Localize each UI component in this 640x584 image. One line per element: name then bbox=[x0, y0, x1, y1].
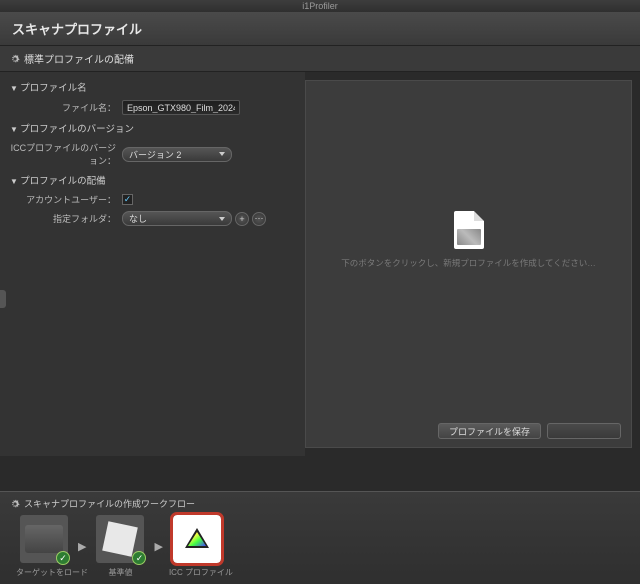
section-deployment[interactable]: プロファイルの配備 bbox=[10, 173, 295, 187]
window-titlebar: i1Profiler bbox=[0, 0, 640, 12]
workflow-step-load-target[interactable]: ✓ ターゲットをロード bbox=[16, 515, 72, 578]
account-user-checkbox[interactable]: ✓ bbox=[122, 194, 133, 205]
section-profile-name[interactable]: プロファイル名 bbox=[10, 80, 295, 94]
step-label: 基準値 bbox=[92, 567, 148, 578]
preview-pane: 下のボタンをクリックし、新規プロファイルを作成してください… プロファイルを保存 bbox=[305, 80, 632, 448]
workflow-step-reference[interactable]: ✓ 基準値 bbox=[92, 515, 148, 578]
browse-folder-button[interactable]: ⋯ bbox=[252, 212, 266, 226]
folder-select[interactable]: なし bbox=[122, 211, 232, 226]
prism-icon bbox=[182, 524, 212, 554]
filename-input[interactable] bbox=[122, 100, 240, 115]
subheader: 標準プロファイルの配備 bbox=[0, 46, 640, 72]
check-icon: ✓ bbox=[56, 551, 70, 565]
profile-document-icon bbox=[454, 211, 484, 249]
icc-version-label: ICCプロファイルのバージョン： bbox=[10, 141, 122, 167]
step-label: ターゲットをロード bbox=[16, 567, 72, 578]
settings-panel: プロファイル名 ファイル名： プロファイルのバージョン ICCプロファイルのバー… bbox=[0, 72, 305, 456]
account-user-label: アカウントユーザー： bbox=[10, 193, 122, 206]
chevron-right-icon: ▶ bbox=[78, 540, 86, 553]
resize-handle[interactable] bbox=[0, 290, 6, 308]
page-title: スキャナプロファイル bbox=[0, 12, 640, 46]
gear-icon bbox=[10, 54, 20, 64]
step-label: ICC プロファイル bbox=[169, 567, 225, 578]
subheader-label: 標準プロファイルの配備 bbox=[24, 51, 134, 66]
workflow-title: スキャナプロファイルの作成ワークフロー bbox=[24, 497, 195, 510]
gear-icon bbox=[10, 499, 20, 509]
preview-hint: 下のボタンをクリックし、新規プロファイルを作成してください… bbox=[306, 257, 631, 269]
check-icon: ✓ bbox=[132, 551, 146, 565]
icc-version-select[interactable]: バージョン 2 bbox=[122, 147, 232, 162]
add-folder-button[interactable]: + bbox=[235, 212, 249, 226]
workflow-strip: スキャナプロファイルの作成ワークフロー ✓ ターゲットをロード ▶ ✓ 基準値 … bbox=[0, 491, 640, 584]
folder-label: 指定フォルダ： bbox=[10, 212, 122, 225]
secondary-button bbox=[547, 423, 621, 439]
chevron-right-icon: ▶ bbox=[154, 540, 162, 553]
workflow-step-icc-profile[interactable]: ICC プロファイル bbox=[169, 515, 225, 578]
section-profile-version[interactable]: プロファイルのバージョン bbox=[10, 121, 295, 135]
save-profile-button[interactable]: プロファイルを保存 bbox=[438, 423, 541, 439]
filename-label: ファイル名： bbox=[10, 101, 122, 114]
